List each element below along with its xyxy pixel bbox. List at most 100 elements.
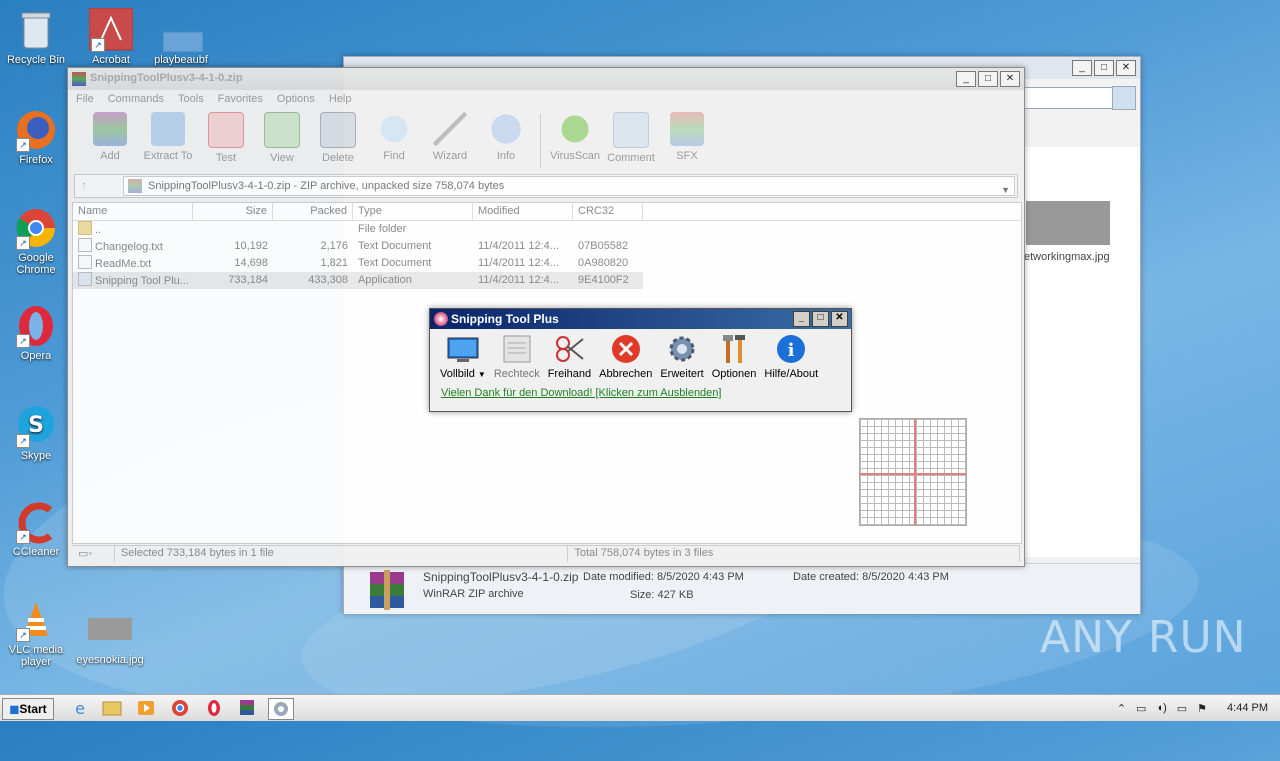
menu-commands[interactable]: Commands xyxy=(108,93,164,105)
winrar-titlebar[interactable]: SnippingToolPlusv3-4-1-0.zip _ □ ✕ xyxy=(68,68,1024,90)
view-button[interactable]: View xyxy=(254,108,310,174)
taskbar-snipping-tool-icon[interactable] xyxy=(268,698,294,720)
add-label: Add xyxy=(100,150,120,162)
column-size[interactable]: Size xyxy=(193,203,273,220)
start-label: Start xyxy=(19,702,47,716)
desktop-icon-firefox[interactable]: ↗ Firefox xyxy=(0,108,72,166)
column-type[interactable]: Type xyxy=(353,203,473,220)
menu-favorites[interactable]: Favorites xyxy=(218,93,263,105)
table-row[interactable]: ReadMe.txt 14,698 1,821 Text Document 11… xyxy=(73,255,1021,272)
volume-icon[interactable]: ◖) xyxy=(1156,702,1166,714)
taskbar-explorer-icon[interactable] xyxy=(100,698,124,718)
snipping-tool-app-icon xyxy=(434,312,448,326)
chevron-down-icon[interactable]: ▼ xyxy=(478,370,486,379)
comment-button[interactable]: Comment xyxy=(603,108,659,174)
desktop-icon-ccleaner[interactable]: ↗ CCleaner xyxy=(0,500,72,558)
drive-icon[interactable]: ▭◦ xyxy=(72,546,115,562)
row-crc: 0A980820 xyxy=(578,257,629,269)
image-thumbnail[interactable] xyxy=(1026,201,1110,245)
clock[interactable]: 4:44 PM xyxy=(1227,702,1268,714)
info-button[interactable]: Info xyxy=(478,108,534,174)
menu-help[interactable]: Help xyxy=(329,93,352,105)
help-about-button[interactable]: i Hilfe/About xyxy=(760,333,822,380)
text-file-icon xyxy=(78,255,92,269)
taskbar-media-player-icon[interactable] xyxy=(134,698,158,718)
rectangle-button[interactable]: Rechteck xyxy=(490,333,544,380)
delete-button[interactable]: Delete xyxy=(310,108,366,174)
minimize-button[interactable]: _ xyxy=(1072,60,1092,76)
menu-options[interactable]: Options xyxy=(277,93,315,105)
sfx-button[interactable]: SFX xyxy=(659,108,715,174)
add-button[interactable]: Add xyxy=(82,108,138,174)
archive-icon xyxy=(128,179,142,193)
search-icon[interactable] xyxy=(1112,86,1136,110)
cancel-button[interactable]: Abbrechen xyxy=(595,333,656,380)
menu-file[interactable]: File xyxy=(76,93,94,105)
freehand-button[interactable]: Freihand xyxy=(544,333,595,380)
column-modified[interactable]: Modified xyxy=(473,203,573,220)
archive-add-icon xyxy=(93,112,127,146)
table-row-selected[interactable]: Snipping Tool Plu... 733,184 433,308 App… xyxy=(73,272,643,289)
table-row[interactable]: .. File folder xyxy=(73,221,1021,238)
maximize-button[interactable]: □ xyxy=(812,311,829,327)
advanced-label: Erweitert xyxy=(660,368,704,380)
row-name: .. xyxy=(95,224,102,236)
close-button[interactable]: ✕ xyxy=(831,311,848,327)
desktop-icon-acrobat[interactable]: ↗ Acrobat xyxy=(75,7,147,66)
cancel-label: Abbrechen xyxy=(599,368,653,380)
desktop-icon-chrome[interactable]: ↗ Google Chrome xyxy=(0,206,72,276)
row-packed xyxy=(273,221,353,238)
virusscan-label: VirusScan xyxy=(550,150,600,162)
extract-to-button[interactable]: Extract To xyxy=(138,108,198,174)
find-button[interactable]: Find xyxy=(366,108,422,174)
fullscreen-button[interactable]: Vollbild ▼ xyxy=(436,333,490,380)
desktop-icon-eyesnokia[interactable]: eyesnokia.jpg xyxy=(74,608,146,666)
comment-label: Comment xyxy=(607,152,655,164)
minimize-button[interactable]: _ xyxy=(956,71,976,87)
taskbar-winrar-icon[interactable] xyxy=(235,698,259,718)
close-button[interactable]: ✕ xyxy=(1116,60,1136,76)
checklist-icon xyxy=(208,112,244,148)
taskbar-opera-icon[interactable] xyxy=(202,698,226,718)
column-packed[interactable]: Packed xyxy=(273,203,353,220)
minimize-button[interactable]: _ xyxy=(793,311,810,327)
snipping-tool-window[interactable]: Snipping Tool Plus _ □ ✕ Vollbild ▼ Rech… xyxy=(429,308,852,412)
path-combobox[interactable]: SnippingToolPlusv3-4-1-0.zip - ZIP archi… xyxy=(123,176,1015,196)
chevron-down-icon[interactable]: ▼ xyxy=(1001,181,1010,199)
table-row[interactable]: Changelog.txt 10,192 2,176 Text Document… xyxy=(73,238,1021,255)
maximize-button[interactable]: □ xyxy=(978,71,998,87)
chrome-icon: ↗ xyxy=(14,206,58,250)
desktop-icon-vlc[interactable]: ↗ VLC media player xyxy=(0,598,72,668)
wizard-label: Wizard xyxy=(432,150,468,162)
thanks-download-link[interactable]: Vielen Dank für den Download! [Klicken z… xyxy=(441,387,721,399)
taskbar-ie-icon[interactable]: e xyxy=(68,698,92,718)
advanced-button[interactable]: Erweitert xyxy=(656,333,707,380)
virusscan-button[interactable]: VirusScan xyxy=(547,108,603,174)
up-arrow-icon[interactable]: ↑ xyxy=(81,178,87,192)
start-button[interactable]: ◼Start xyxy=(2,698,54,720)
desktop-icon-skype[interactable]: S ↗ Skype xyxy=(0,404,72,462)
desktop-icon-recycle-bin[interactable]: Recycle Bin xyxy=(0,8,72,66)
image-file-icon xyxy=(88,608,132,652)
details-size: Size: 427 KB xyxy=(630,589,694,601)
network-icon[interactable]: ▭ xyxy=(1136,702,1146,715)
skype-icon: S ↗ xyxy=(14,404,58,448)
menu-tools[interactable]: Tools xyxy=(178,93,204,105)
wizard-button[interactable]: Wizard xyxy=(422,108,478,174)
maximize-button[interactable]: □ xyxy=(1094,60,1114,76)
show-hidden-icons-icon[interactable]: ⌃ xyxy=(1117,702,1126,715)
options-button[interactable]: Optionen xyxy=(708,333,761,380)
desktop-icon-playbeaubf[interactable]: playbeaubf xyxy=(145,8,217,66)
taskbar-chrome-icon[interactable] xyxy=(168,698,192,718)
monitor-tray-icon[interactable]: ▭ xyxy=(1177,702,1187,715)
explorer-search-input[interactable] xyxy=(1024,87,1116,109)
monitor-icon xyxy=(447,333,479,365)
flag-icon[interactable]: ⚑ xyxy=(1197,702,1207,715)
options-label: Optionen xyxy=(711,368,757,380)
test-button[interactable]: Test xyxy=(198,108,254,174)
column-crc32[interactable]: CRC32 xyxy=(573,203,643,220)
desktop-icon-opera[interactable]: ↗ Opera xyxy=(0,304,72,362)
close-button[interactable]: ✕ xyxy=(1000,71,1020,87)
column-name[interactable]: Name xyxy=(73,203,193,220)
snipping-tool-titlebar[interactable]: Snipping Tool Plus _ □ ✕ xyxy=(430,309,851,329)
